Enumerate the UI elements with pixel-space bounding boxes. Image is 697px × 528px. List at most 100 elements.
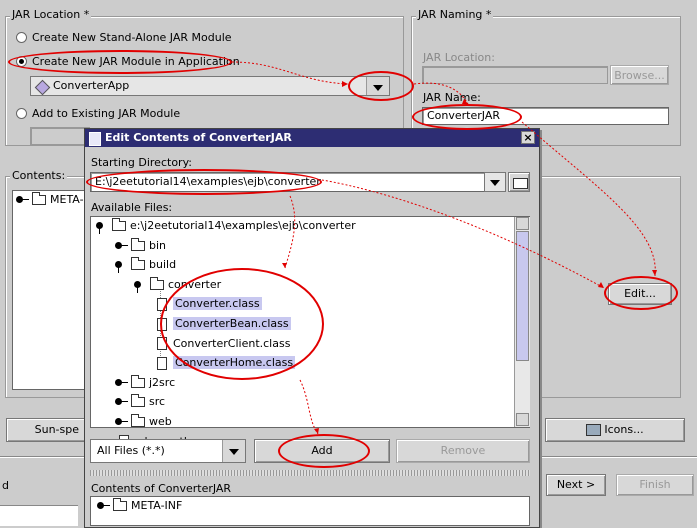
folder-tree-item[interactable]: src bbox=[115, 393, 165, 411]
scroll-down-icon[interactable] bbox=[516, 413, 529, 426]
file-tree-item[interactable]: ConverterHome.class bbox=[157, 354, 296, 372]
image-icon bbox=[586, 424, 602, 436]
application-combo[interactable]: ConverterApp bbox=[30, 76, 390, 96]
tree-item-label: converter bbox=[168, 277, 222, 291]
file-icon bbox=[157, 337, 167, 351]
file-icon bbox=[157, 356, 167, 370]
expand-handle-icon bbox=[97, 502, 110, 510]
browse-button: Browse... bbox=[610, 65, 669, 85]
starting-dir-label: Starting Directory: bbox=[91, 156, 192, 169]
scroll-up-icon[interactable] bbox=[516, 217, 529, 230]
tree-item-label: bin bbox=[149, 238, 167, 252]
expand-handle-icon[interactable] bbox=[115, 398, 128, 406]
file-filter-value: All Files (*.*) bbox=[97, 444, 165, 457]
jar-contents-label: Contents of ConverterJAR bbox=[91, 482, 232, 495]
folder-icon bbox=[150, 276, 164, 290]
jar-contents-root-item[interactable]: META-INF bbox=[97, 497, 182, 515]
dialog-title: Edit Contents of ConverterJAR bbox=[105, 131, 292, 144]
file-filter-combo[interactable]: All Files (*.*) bbox=[90, 439, 246, 463]
up-folder-button[interactable] bbox=[508, 172, 530, 192]
tree-item-label: e:\j2eetutorial14\examples\ejb\converter bbox=[130, 219, 356, 232]
file-icon bbox=[157, 317, 167, 331]
remove-button: Remove bbox=[396, 439, 530, 463]
folder-icon bbox=[32, 192, 46, 205]
available-files-label: Available Files: bbox=[91, 201, 173, 214]
existing-module-field bbox=[30, 127, 90, 145]
radio-in-application-label: Create New JAR Module in Application bbox=[32, 55, 240, 68]
folder-tree-item[interactable]: e:\j2eetutorial14\examples\ejb\converter bbox=[96, 217, 356, 235]
radio-standalone-label: Create New Stand-Alone JAR Module bbox=[32, 31, 232, 44]
folder-icon bbox=[113, 498, 127, 511]
tree-item-label: ConverterHome.class bbox=[173, 356, 296, 370]
radio-existing[interactable] bbox=[16, 108, 27, 119]
folder-icon bbox=[131, 237, 145, 251]
up-folder-icon bbox=[513, 178, 528, 189]
jar-location-label: JAR Location: bbox=[423, 51, 495, 64]
chevron-down-icon bbox=[490, 180, 500, 186]
jar-contents-root-label: META-INF bbox=[131, 499, 183, 512]
jar-location-field bbox=[422, 66, 608, 84]
radio-existing-label: Add to Existing JAR Module bbox=[32, 107, 181, 120]
folder-tree-item[interactable]: j2src bbox=[115, 374, 175, 392]
file-tree-item[interactable]: ConverterClient.class bbox=[157, 335, 290, 353]
jar-name-field[interactable]: ConverterJAR bbox=[422, 107, 669, 125]
application-combo-value: ConverterApp bbox=[53, 79, 130, 92]
bottom-panel bbox=[0, 505, 78, 526]
radio-in-application[interactable] bbox=[16, 56, 27, 67]
diamond-icon bbox=[34, 79, 51, 96]
jar-naming-legend: JAR Naming * bbox=[416, 8, 494, 21]
tree-item-label: ConverterClient.class bbox=[173, 336, 291, 350]
file-tree-item[interactable]: ConverterBean.class bbox=[157, 315, 291, 333]
collapse-handle-icon[interactable] bbox=[115, 261, 128, 274]
dialog-title-bar[interactable]: Edit Contents of ConverterJAR × bbox=[85, 129, 539, 147]
next-button[interactable]: Next > bbox=[546, 474, 606, 496]
add-button[interactable]: Add bbox=[254, 439, 390, 463]
jar-name-label: JAR Name: bbox=[423, 91, 481, 104]
radio-standalone[interactable] bbox=[16, 32, 27, 43]
icons-button-label: Icons... bbox=[604, 423, 644, 436]
folder-tree-item[interactable]: converter bbox=[134, 276, 221, 294]
file-tree-item[interactable]: Converter.class bbox=[157, 295, 262, 313]
folder-icon bbox=[131, 257, 145, 271]
expand-handle-icon bbox=[16, 196, 29, 204]
tree-item-label: Converter.class bbox=[173, 297, 262, 311]
file-filter-arrow[interactable] bbox=[222, 440, 245, 462]
scroll-thumb[interactable] bbox=[516, 231, 529, 361]
tree-item-label: ConverterBean.class bbox=[173, 317, 291, 330]
folder-tree-item[interactable]: web bbox=[115, 413, 172, 431]
collapse-handle-icon[interactable] bbox=[96, 222, 109, 234]
folder-icon bbox=[112, 218, 126, 231]
chevron-down-icon bbox=[373, 85, 383, 91]
folder-icon bbox=[131, 374, 145, 388]
folder-icon bbox=[131, 394, 145, 408]
expand-handle-icon[interactable] bbox=[115, 241, 128, 250]
folder-tree-item[interactable]: build bbox=[115, 256, 176, 274]
tree-item-label: build bbox=[149, 258, 177, 272]
finish-button: Finish bbox=[616, 474, 694, 496]
expand-handle-icon[interactable] bbox=[115, 378, 128, 387]
tree-scrollbar[interactable] bbox=[514, 217, 530, 427]
sun-specific-button[interactable]: Sun-spe bbox=[6, 418, 86, 442]
jar-location-legend: JAR Location * bbox=[10, 8, 92, 21]
footer-left-label: d bbox=[2, 479, 9, 492]
folder-icon bbox=[131, 414, 145, 427]
chevron-down-icon bbox=[229, 449, 239, 455]
edit-button[interactable]: Edit... bbox=[608, 283, 672, 305]
collapse-handle-icon[interactable] bbox=[134, 280, 147, 293]
tree-item-label: j2src bbox=[149, 375, 176, 389]
tree-item-label: web bbox=[149, 415, 172, 428]
close-icon[interactable]: × bbox=[521, 131, 535, 144]
icons-button[interactable]: Icons... bbox=[545, 418, 685, 442]
starting-dir-dropdown[interactable] bbox=[484, 172, 506, 192]
file-icon bbox=[157, 297, 167, 311]
application-combo-arrow[interactable] bbox=[366, 77, 389, 95]
folder-tree-item[interactable]: bin bbox=[115, 237, 166, 255]
contents-legend: Contents: bbox=[10, 169, 68, 182]
starting-dir-field[interactable]: E:\j2eetutorial14\examples\ejb\converter bbox=[90, 172, 486, 192]
split-divider[interactable] bbox=[90, 470, 530, 476]
contents-root-item[interactable]: META-... bbox=[16, 191, 94, 209]
tree-item-label: src bbox=[149, 395, 166, 409]
contents-tree[interactable] bbox=[12, 190, 92, 390]
java-cup-icon bbox=[89, 132, 101, 146]
expand-handle-icon[interactable] bbox=[115, 418, 128, 426]
